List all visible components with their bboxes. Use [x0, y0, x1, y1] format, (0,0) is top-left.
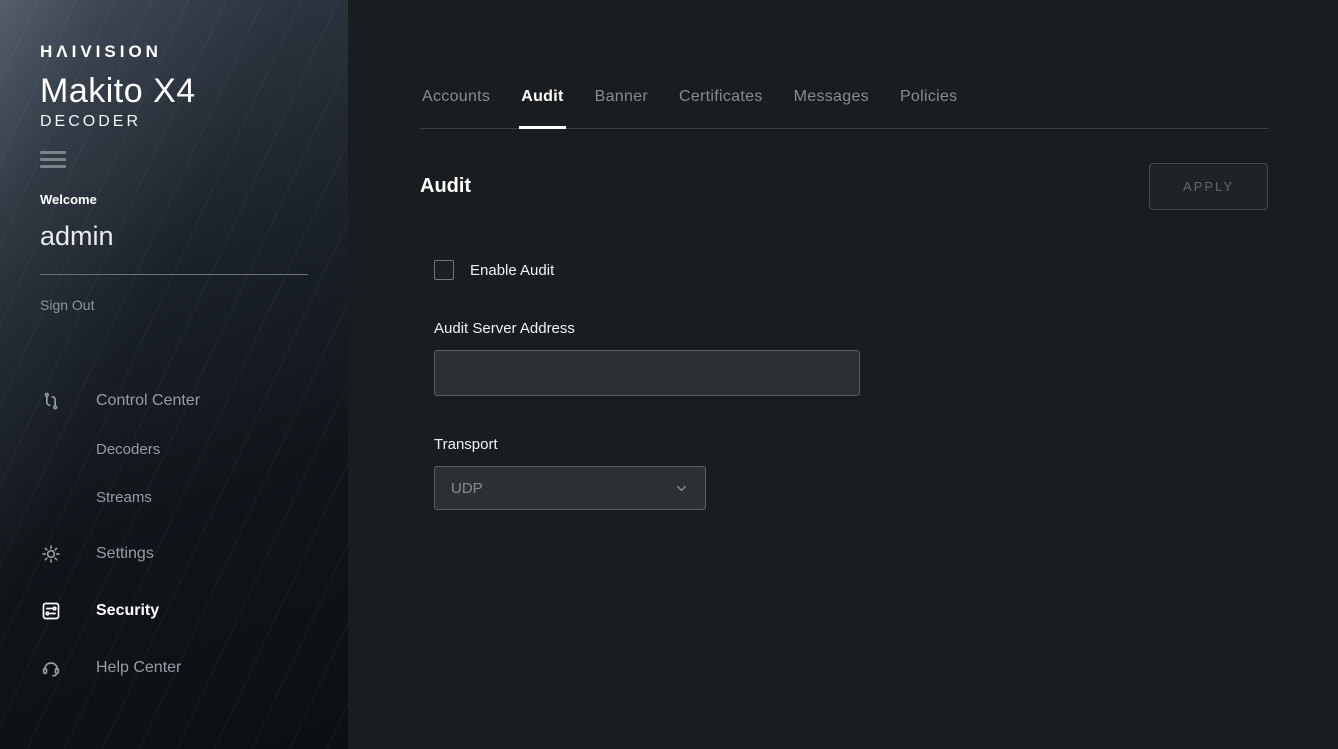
- apply-button[interactable]: APPLY: [1149, 163, 1268, 210]
- sidebar-item-label: Settings: [96, 545, 154, 563]
- server-address-field: Audit Server Address: [434, 320, 1268, 396]
- tab-accounts[interactable]: Accounts: [420, 88, 492, 129]
- chevron-down-icon: [674, 481, 689, 496]
- page-title: Audit: [420, 175, 471, 198]
- transport-field: Transport UDP: [434, 436, 1268, 510]
- username: admin: [40, 221, 348, 252]
- transport-select[interactable]: UDP: [434, 466, 706, 510]
- sidebar-item-label: Streams: [96, 489, 152, 506]
- tab-audit[interactable]: Audit: [519, 88, 565, 129]
- tab-policies[interactable]: Policies: [898, 88, 960, 129]
- menu-toggle-icon[interactable]: [40, 151, 66, 168]
- sidebar-item-decoders[interactable]: Decoders: [40, 425, 348, 473]
- main-content: Accounts Audit Banner Certificates Messa…: [348, 0, 1338, 749]
- sign-out-link[interactable]: Sign Out: [40, 297, 94, 313]
- control-center-icon: [40, 391, 62, 411]
- sidebar-nav: Control Center Decoders Streams Settings: [40, 377, 348, 692]
- sidebar-divider: [40, 274, 308, 275]
- enable-audit-row: Enable Audit: [434, 260, 1268, 280]
- headset-icon: [40, 658, 62, 678]
- product-subtitle: DECODER: [40, 113, 348, 131]
- sidebar: HΛIVISION Makito X4 DECODER Welcome admi…: [0, 0, 348, 749]
- transport-label: Transport: [434, 436, 1268, 453]
- tab-banner[interactable]: Banner: [593, 88, 650, 129]
- enable-audit-label: Enable Audit: [470, 262, 554, 279]
- sidebar-item-control-center[interactable]: Control Center: [40, 377, 348, 425]
- app-root: HΛIVISION Makito X4 DECODER Welcome admi…: [0, 0, 1338, 749]
- product-name: Makito X4: [40, 72, 348, 111]
- server-address-label: Audit Server Address: [434, 320, 1268, 337]
- sidebar-item-security[interactable]: Security: [40, 587, 348, 635]
- sidebar-item-help-center[interactable]: Help Center: [40, 644, 348, 692]
- tab-messages[interactable]: Messages: [792, 88, 871, 129]
- page-header: Audit APPLY: [420, 163, 1268, 210]
- sidebar-item-streams[interactable]: Streams: [40, 473, 348, 521]
- audit-form: Enable Audit Audit Server Address Transp…: [420, 260, 1268, 510]
- gear-icon: [40, 544, 62, 564]
- sidebar-item-settings[interactable]: Settings: [40, 530, 348, 578]
- transport-selected-value: UDP: [451, 480, 483, 497]
- sidebar-item-label: Help Center: [96, 659, 181, 677]
- security-icon: [40, 601, 62, 621]
- tab-bar: Accounts Audit Banner Certificates Messa…: [420, 88, 1268, 129]
- sidebar-item-label: Decoders: [96, 441, 160, 458]
- enable-audit-checkbox[interactable]: [434, 260, 454, 280]
- sidebar-item-label: Security: [96, 602, 159, 620]
- tab-certificates[interactable]: Certificates: [677, 88, 765, 129]
- brand-logo: HΛIVISION: [40, 42, 348, 62]
- welcome-label: Welcome: [40, 192, 348, 207]
- server-address-input[interactable]: [434, 350, 860, 396]
- sidebar-item-label: Control Center: [96, 392, 200, 410]
